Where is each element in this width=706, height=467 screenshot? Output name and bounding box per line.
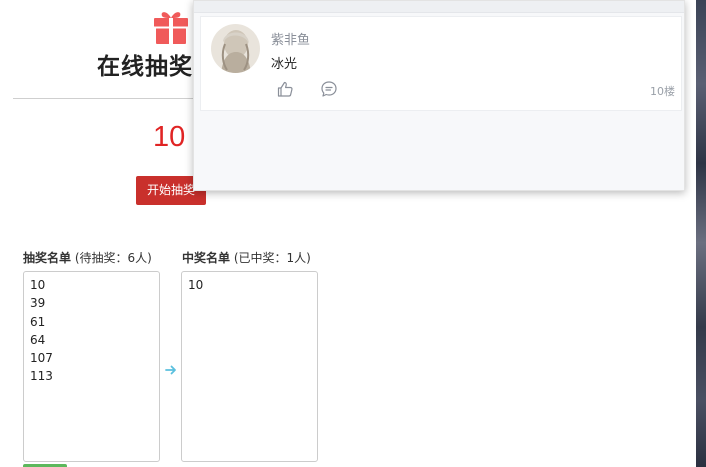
- user-avatar[interactable]: [211, 24, 260, 73]
- pool-entry: 61: [30, 314, 46, 329]
- comment-username[interactable]: 紫非鱼: [271, 29, 310, 48]
- current-draw-number: 10: [153, 121, 186, 153]
- comment-popup: 紫非鱼 冰光 10楼: [193, 0, 685, 191]
- popup-header: [194, 1, 684, 13]
- pool-entry: 39: [30, 296, 46, 311]
- pool-entry: 107: [30, 351, 53, 366]
- divider: [13, 98, 195, 99]
- page-title: 在线抽奖: [97, 54, 193, 80]
- pool-list-textarea[interactable]: 10 39 61 64 107 113: [23, 271, 160, 462]
- pool-list-label: 抽奖名单 (待抽奖：6人): [23, 249, 152, 266]
- pool-list-count: (待抽奖：6人): [71, 251, 152, 265]
- winner-list-textarea[interactable]: 10: [181, 271, 318, 462]
- pool-list-title: 抽奖名单: [23, 251, 72, 265]
- winner-entry: 10: [188, 278, 204, 292]
- background-strip: [696, 0, 706, 467]
- winner-list-label: 中奖名单 (已中奖：1人): [182, 249, 311, 266]
- comment-floor: 10楼: [650, 85, 675, 98]
- pool-entry: 64: [30, 332, 46, 347]
- pool-entry: 113: [30, 369, 53, 384]
- arrow-right-icon: [165, 365, 176, 375]
- thumbs-up-icon[interactable]: [276, 80, 294, 98]
- comment-text: 冰光: [271, 57, 298, 72]
- gift-icon: [154, 12, 188, 44]
- winner-list-count: (已中奖：1人): [230, 251, 311, 265]
- pool-entry: 10: [30, 278, 46, 292]
- comment-icon[interactable]: [320, 80, 338, 98]
- winner-list-title: 中奖名单: [182, 251, 231, 265]
- comment-item: 紫非鱼 冰光 10楼: [200, 16, 682, 111]
